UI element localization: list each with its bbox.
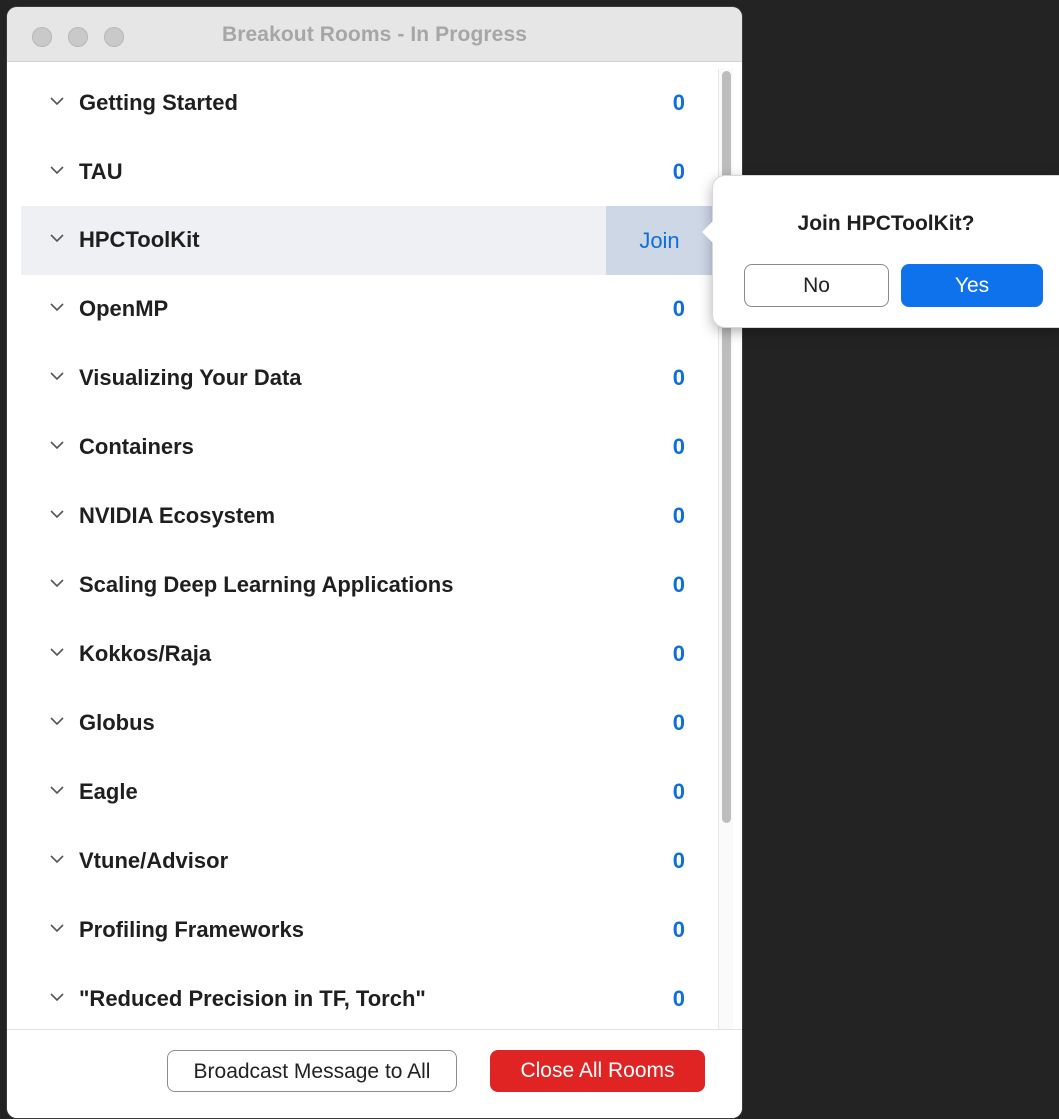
room-participant-count: 0 [672,90,685,115]
chevron-down-icon[interactable] [49,851,65,867]
room-row[interactable]: Profiling Frameworks 0 [21,896,713,965]
chevron-down-icon[interactable] [49,575,65,591]
chevron-down-icon[interactable] [49,920,65,936]
room-row[interactable]: Vtune/Advisor 0 [21,827,713,896]
chevron-down-icon[interactable] [49,782,65,798]
room-row[interactable]: Containers 0 [21,413,713,482]
room-row[interactable]: Scaling Deep Learning Applications 0 [21,551,713,620]
room-row[interactable]: Kokkos/Raja 0 [21,620,713,689]
room-row[interactable]: Eagle 0 [21,758,713,827]
room-participant-count: 0 [672,365,685,390]
room-participant-count: 0 [672,710,685,735]
yes-button[interactable]: Yes [901,264,1043,307]
chevron-down-icon[interactable] [49,368,65,384]
room-name: Eagle [79,779,138,804]
join-room-button[interactable]: Join [606,206,713,275]
chevron-down-icon[interactable] [49,230,65,246]
room-participant-count: 0 [672,572,685,597]
room-participant-count: 0 [672,986,685,1011]
chevron-down-icon[interactable] [49,644,65,660]
room-participant-count: 0 [672,434,685,459]
join-confirm-popover: Join HPCToolKit? No Yes [702,176,1059,327]
chevron-down-icon[interactable] [49,713,65,729]
chevron-down-icon[interactable] [49,162,65,178]
room-name: Scaling Deep Learning Applications [79,572,454,597]
room-name: TAU [79,159,123,184]
room-participant-count: 0 [672,641,685,666]
chevron-down-icon[interactable] [49,989,65,1005]
breakout-rooms-window: Breakout Rooms - In Progress Getting Sta… [7,7,742,1118]
room-participant-count: 0 [672,503,685,528]
room-name: HPCToolKit [79,227,200,252]
room-row[interactable]: Getting Started 0 [21,69,713,138]
room-row[interactable]: "Reduced Precision in TF, Torch" 0 [21,965,713,1027]
room-name: Getting Started [79,90,238,115]
room-list: Getting Started 0 TAU 0 HPCToolKit Join … [21,62,713,1027]
room-name: Kokkos/Raja [79,641,212,666]
broadcast-message-button[interactable]: Broadcast Message to All [167,1050,457,1092]
room-name: Profiling Frameworks [79,917,304,942]
room-participant-count: 0 [672,848,685,873]
chevron-down-icon[interactable] [49,93,65,109]
room-row[interactable]: OpenMP 0 [21,275,713,344]
room-row-hovered[interactable]: HPCToolKit Join [21,206,713,275]
room-row[interactable]: Visualizing Your Data 0 [21,344,713,413]
chevron-down-icon[interactable] [49,437,65,453]
window-title: Breakout Rooms - In Progress [221,23,528,46]
room-row[interactable]: NVIDIA Ecosystem 0 [21,482,713,551]
room-name: Globus [79,710,155,735]
no-button[interactable]: No [744,264,889,307]
room-row[interactable]: TAU 0 [21,138,713,207]
room-name: Containers [79,434,194,459]
room-row[interactable]: Globus 0 [21,689,713,758]
chevron-down-icon[interactable] [49,299,65,315]
room-name: OpenMP [79,296,169,321]
popover-title: Join HPCToolKit? [797,212,975,235]
close-all-rooms-button[interactable]: Close All Rooms [490,1050,705,1092]
footer-bar: Broadcast Message to All Close All Rooms [7,1029,742,1118]
title-bar: Breakout Rooms - In Progress [7,7,742,62]
room-participant-count: 0 [672,917,685,942]
room-name: Visualizing Your Data [79,365,302,390]
chevron-down-icon[interactable] [49,506,65,522]
room-participant-count: 0 [672,296,685,321]
room-name: NVIDIA Ecosystem [79,503,276,528]
room-participant-count: 0 [672,159,685,184]
room-name: Vtune/Advisor [79,848,229,873]
room-participant-count: 0 [672,779,685,804]
room-name: "Reduced Precision in TF, Torch" [79,986,426,1011]
